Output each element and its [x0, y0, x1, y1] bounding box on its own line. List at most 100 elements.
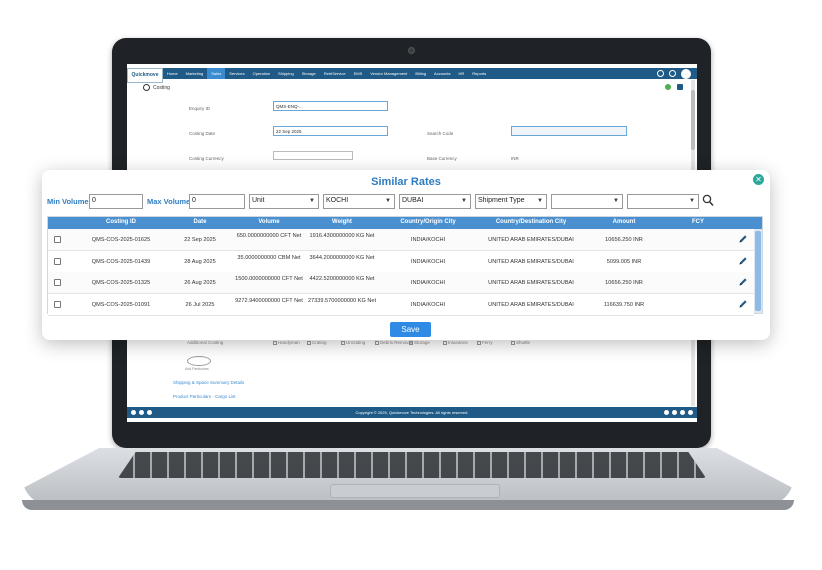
save-draft-icon[interactable]	[665, 84, 671, 90]
pencil-icon[interactable]	[738, 234, 748, 244]
home-icon[interactable]	[131, 410, 136, 415]
table-row[interactable]: QMS-COS-2025-01439 28 Aug 2025 35.00000000…	[48, 250, 754, 273]
cargo-list-link[interactable]: Product Particulars - Cargo List	[173, 394, 236, 399]
row-checkbox[interactable]	[54, 236, 61, 243]
checkbox-label: Handyman	[278, 340, 300, 345]
chat-icon[interactable]	[672, 410, 677, 415]
col-weight[interactable]: Weight	[306, 219, 378, 225]
cell-weight: 3644.2000000000 KG Net	[309, 254, 375, 261]
nav-item-accounts[interactable]: Accounts	[430, 71, 454, 76]
cell-date: 28 Aug 2025	[184, 258, 216, 265]
table-scrollbar-thumb[interactable]	[755, 231, 761, 311]
search-code-field[interactable]	[511, 126, 627, 136]
nav-item-operation[interactable]: Operation	[249, 71, 275, 76]
info-icon[interactable]	[139, 410, 144, 415]
checkbox[interactable]	[375, 340, 379, 345]
costing-currency-select[interactable]	[273, 151, 353, 160]
help-icon[interactable]	[664, 410, 669, 415]
base-currency-label: Base Currency	[427, 156, 457, 161]
page-title: Costing	[143, 84, 170, 91]
page-scrollbar-thumb[interactable]	[691, 90, 695, 150]
table-row[interactable]: QMS-COS-2025-01625 22 Sep 2025 650.0000000…	[48, 229, 754, 251]
col-date[interactable]: Date	[176, 219, 224, 225]
search-icon[interactable]	[702, 194, 714, 207]
add-particulars-label: Add Particulars	[185, 367, 209, 371]
additional-costing-option[interactable]: Debris Removal	[375, 340, 412, 345]
col-origin[interactable]: Country/Origin City	[382, 219, 474, 225]
additional-costing-option[interactable]: Handyman	[273, 340, 300, 345]
col-fcy[interactable]: FCY	[668, 219, 728, 225]
col-amount[interactable]: Amount	[596, 219, 652, 225]
nav-item-services[interactable]: Services	[225, 71, 248, 76]
chevron-down-icon: ▼	[385, 198, 391, 204]
download-icon[interactable]	[677, 84, 683, 90]
row-checkbox[interactable]	[54, 257, 61, 265]
search-icon[interactable]	[657, 70, 664, 77]
cell-destination: UNITED ARAB EMIRATES/DUBAI	[488, 301, 574, 308]
nav-item-hr[interactable]: HR	[455, 71, 469, 76]
costing-date-field[interactable]: 22 Sep 2025	[273, 126, 388, 136]
row-checkbox[interactable]	[54, 300, 61, 308]
webcam	[408, 47, 415, 54]
additional-costing-option[interactable]: Shuttle	[511, 340, 530, 345]
app-logo[interactable]: Quickmove	[127, 67, 163, 83]
max-volume-input[interactable]: 0	[189, 194, 245, 209]
shipping-summary-link[interactable]: Shipping & Space Summary Details	[173, 380, 244, 385]
pencil-icon[interactable]	[738, 256, 748, 266]
settings-icon[interactable]	[669, 70, 676, 77]
pencil-icon[interactable]	[738, 277, 748, 287]
max-volume-label: Max Volume	[147, 197, 191, 206]
nav-item-shipping[interactable]: Shipping	[274, 71, 298, 76]
avatar[interactable]	[681, 68, 691, 79]
min-volume-input[interactable]: 0	[89, 194, 143, 209]
additional-costing-option[interactable]: Ferry	[477, 340, 493, 345]
filter-select-extra-1[interactable]: ▼	[551, 194, 623, 209]
close-icon[interactable]: ✕	[753, 174, 764, 185]
additional-costing-label: Additional Costing	[187, 340, 224, 345]
col-volume[interactable]: Volume	[234, 219, 304, 225]
nav-item-reports[interactable]: Reports	[468, 71, 490, 76]
nav-item-billing[interactable]: Billing	[411, 71, 430, 76]
destination-select-value: DUBAI	[402, 197, 424, 204]
additional-costing-option[interactable]: Crating	[307, 340, 327, 345]
sound-icon[interactable]	[688, 410, 693, 415]
table-row[interactable]: QMS-COS-2025-01325 26 Aug 2025 1500.000000…	[48, 272, 754, 294]
notification-icon[interactable]	[680, 410, 685, 415]
checkbox[interactable]	[409, 340, 413, 345]
checkbox[interactable]	[341, 340, 345, 345]
similar-rates-table: Costing ID Date Volume Weight Country/Or…	[47, 216, 763, 316]
shipment-type-select[interactable]: Shipment Type ▼	[475, 194, 547, 209]
enquiry-field[interactable]: QMS-ENQ-...	[273, 101, 388, 111]
add-particulars-icon[interactable]	[187, 356, 211, 366]
table-row[interactable]: QMS-COS-2025-01091 26 Jul 2025 9272.940000…	[48, 293, 754, 316]
additional-costing-option[interactable]: Storage	[409, 340, 430, 345]
nav-item-retriservice[interactable]: RetriService	[320, 71, 350, 76]
table-scrollbar[interactable]	[754, 229, 762, 313]
checkbox[interactable]	[443, 340, 447, 345]
origin-select[interactable]: KOCHI ▼	[323, 194, 395, 209]
nav-item-marketing[interactable]: Marketing	[182, 71, 208, 76]
additional-costing-option[interactable]: Uncrating	[341, 340, 365, 345]
col-costing-id[interactable]: Costing ID	[76, 219, 166, 225]
cell-amount: 10656.250 INR	[605, 237, 643, 243]
unit-select[interactable]: Unit ▼	[249, 194, 319, 209]
checkbox[interactable]	[477, 340, 481, 345]
gear-icon[interactable]	[147, 410, 152, 415]
cell-amount: 5099.005 INR	[606, 258, 642, 265]
destination-select[interactable]: DUBAI ▼	[399, 194, 471, 209]
nav-item-home[interactable]: Home	[163, 71, 182, 76]
filter-select-extra-2[interactable]: ▼	[627, 194, 699, 209]
checkbox[interactable]	[511, 340, 515, 345]
save-button[interactable]: Save	[390, 322, 431, 337]
nav-item-sales[interactable]: Sales	[207, 68, 226, 79]
nav-item-ems[interactable]: EMS	[350, 71, 367, 76]
pencil-icon[interactable]	[738, 299, 748, 309]
nav-item-vendor-management[interactable]: Vendor Management	[366, 71, 411, 76]
checkbox[interactable]	[273, 340, 277, 345]
checkbox[interactable]	[307, 340, 311, 345]
row-checkbox[interactable]	[54, 279, 61, 286]
col-destination[interactable]: Country/Destination City	[476, 219, 586, 225]
top-navbar: Quickmove Home Marketing Sales Services Oper…	[127, 67, 697, 83]
nav-item-storage[interactable]: Storage	[298, 71, 320, 76]
additional-costing-option[interactable]: Insurance	[443, 340, 468, 345]
